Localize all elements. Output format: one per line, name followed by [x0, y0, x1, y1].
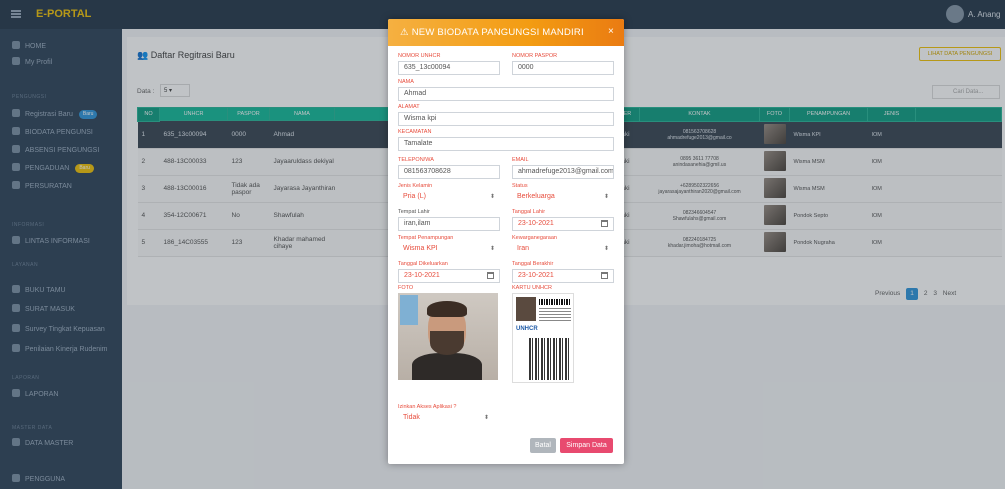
kewarganegaraan-label: Kewarganegaraan: [512, 235, 557, 241]
jenis-kelamin-label: Jenis Kelamin: [398, 183, 433, 189]
jenis-kelamin-select[interactable]: Pria (L) ⬍: [398, 191, 500, 205]
nomor-paspor-input[interactable]: 0000: [512, 61, 614, 75]
chevron-down-icon: ⬍: [483, 415, 489, 421]
calendar-icon[interactable]: [601, 220, 608, 227]
tanggal-lahir-input[interactable]: 23-10-2021: [512, 217, 614, 231]
calendar-icon[interactable]: [487, 272, 494, 279]
telepon-input[interactable]: 081563708628: [398, 165, 500, 179]
close-icon[interactable]: ×: [608, 26, 614, 37]
calendar-icon[interactable]: [601, 272, 608, 279]
refugee-photo[interactable]: [398, 293, 498, 380]
save-button[interactable]: Simpan Data: [560, 438, 613, 453]
foto-label: FOTO: [398, 285, 414, 291]
unhcr-logo: UNHCR: [516, 326, 538, 332]
penampungan-label: Tempat Penampungan: [398, 235, 454, 241]
kartu-unhcr-label: KARTU UNHCR: [512, 285, 552, 291]
cancel-button[interactable]: Batal: [530, 438, 556, 453]
chevron-down-icon: ⬍: [489, 246, 495, 252]
new-biodata-modal: ⚠ NEW BIODATA PANGUNGSI MANDIRI × NOMOR U…: [388, 19, 624, 464]
tanggal-dikeluarkan-input[interactable]: 23-10-2021: [398, 269, 500, 283]
kewarganegaraan-select[interactable]: Iran ⬍: [512, 243, 614, 257]
penampungan-select[interactable]: Wisma KPI ⬍: [398, 243, 500, 257]
nomor-paspor-label: NOMOR PASPOR: [512, 53, 558, 59]
nomor-unhcr-label: NOMOR UNHCR: [398, 53, 441, 59]
tempat-lahir-label: Tempat Lahir: [398, 209, 430, 215]
email-input[interactable]: ahmadrefuge2013@gmail.com: [512, 165, 614, 179]
tanggal-berakhir-input[interactable]: 23-10-2021: [512, 269, 614, 283]
tanggal-dikeluarkan-label: Tanggal Dikeluarkan: [398, 261, 448, 267]
modal-header: ⚠ NEW BIODATA PANGUNGSI MANDIRI ×: [388, 19, 624, 46]
status-label: Status: [512, 183, 528, 189]
nama-label: NAMA: [398, 79, 414, 85]
chevron-down-icon: ⬍: [489, 194, 495, 200]
tanggal-lahir-label: Tanggal Lahir: [512, 209, 546, 215]
tempat-lahir-input[interactable]: iran,ilam: [398, 217, 500, 231]
tanggal-berakhir-label: Tanggal Berakhir: [512, 261, 554, 267]
status-select[interactable]: Berkeluarga ⬍: [512, 191, 614, 205]
warning-icon: ⚠: [400, 27, 409, 38]
alamat-input[interactable]: Wisma kpi: [398, 112, 614, 126]
qr-code-icon: [529, 338, 569, 380]
modal-title: ⚠ NEW BIODATA PANGUNGSI MANDIRI: [400, 27, 584, 38]
kecamatan-input[interactable]: Tamalate: [398, 137, 614, 151]
chevron-down-icon: ⬍: [603, 246, 609, 252]
email-label: EMAIL: [512, 157, 529, 163]
telepon-label: TELEPON/WA: [398, 157, 434, 163]
nama-input[interactable]: Ahmad: [398, 87, 614, 101]
akses-aplikasi-select[interactable]: Tidak ⬍: [398, 412, 494, 426]
akses-aplikasi-label: Izinkan Akses Aplikasi ?: [398, 404, 457, 410]
chevron-down-icon: ⬍: [603, 194, 609, 200]
nomor-unhcr-input[interactable]: 635_13c00094: [398, 61, 500, 75]
unhcr-card-image[interactable]: UNHCR: [512, 293, 574, 383]
alamat-label: ALAMAT: [398, 104, 420, 110]
kecamatan-label: KECAMATAN: [398, 129, 432, 135]
